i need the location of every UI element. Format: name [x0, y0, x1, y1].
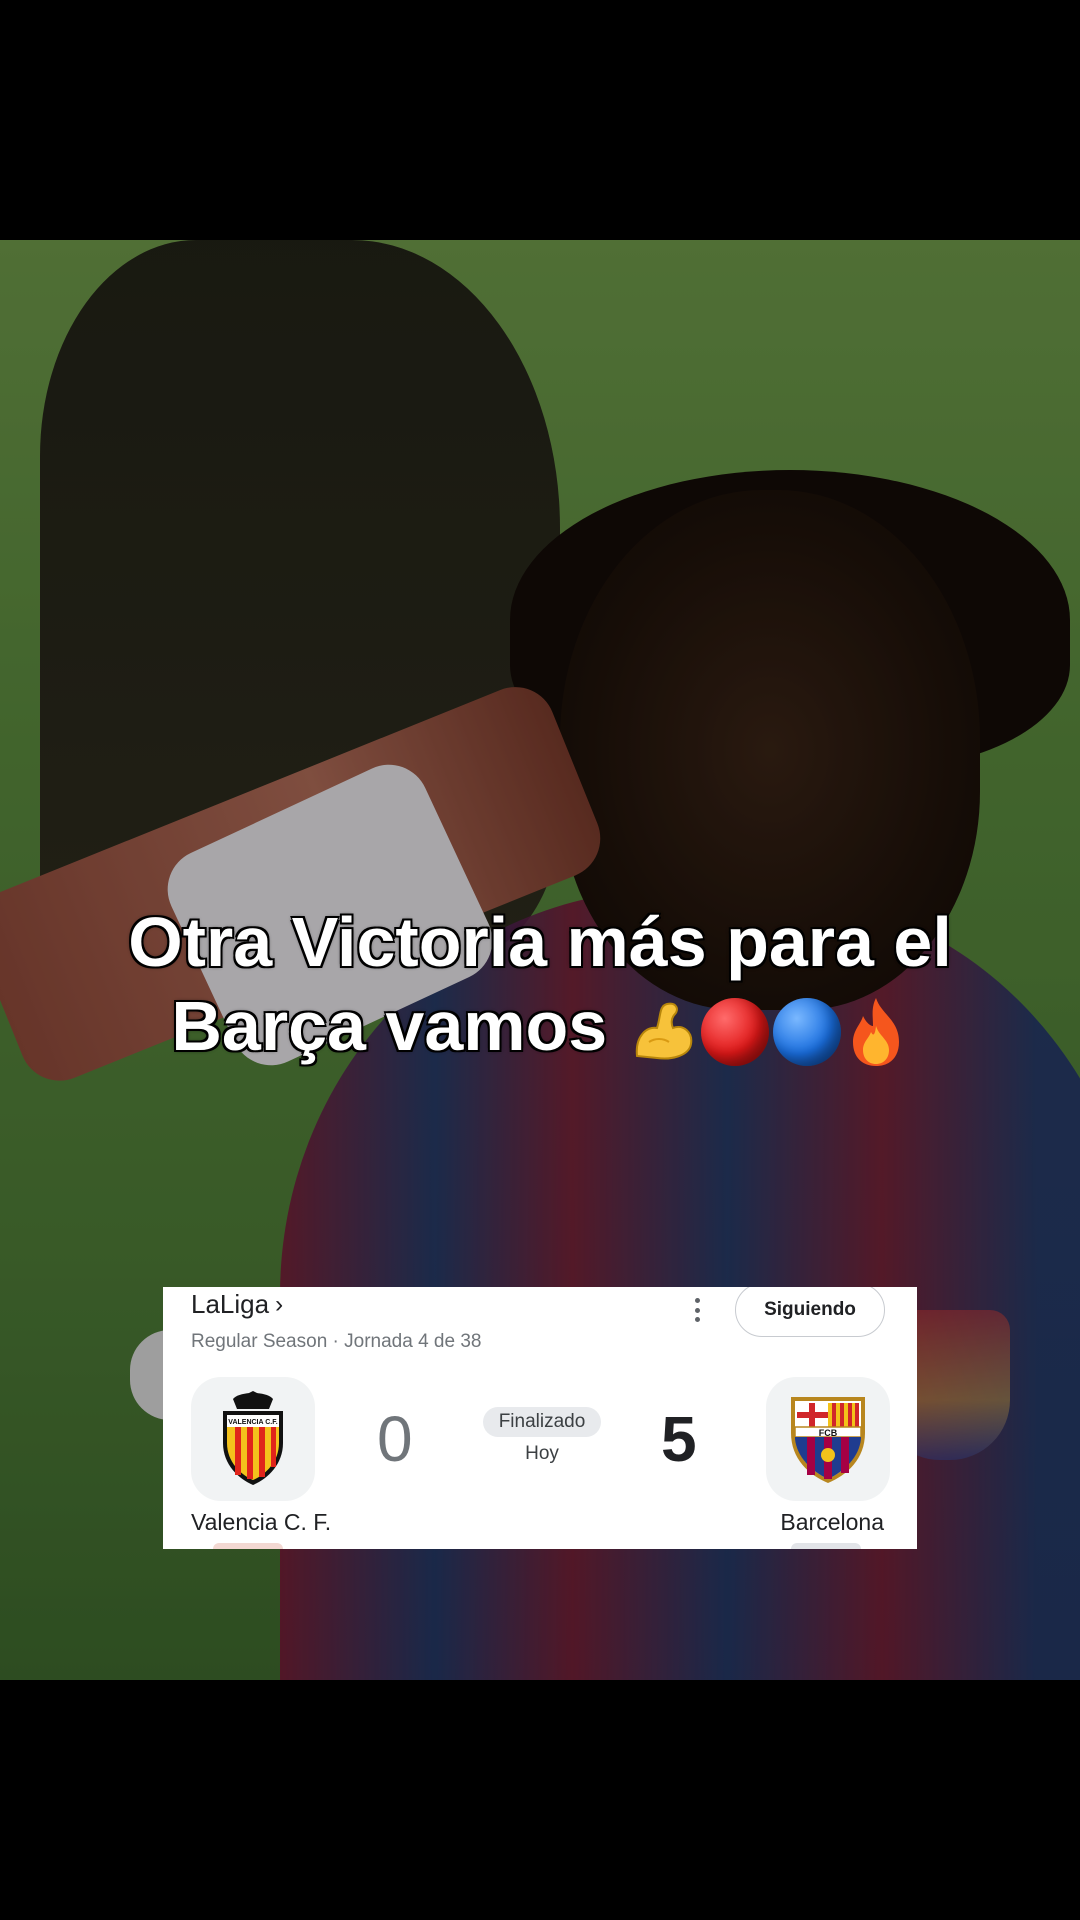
season-info: Regular Season · Jornada 4 de 38 — [191, 1331, 482, 1352]
video-caption: Otra Victoria más para el Barça vamos — [60, 900, 1020, 1068]
match-status-badge: Finalizado — [483, 1407, 601, 1437]
fcb-text: FCB — [819, 1428, 838, 1438]
following-button[interactable]: Siguiendo — [735, 1287, 885, 1337]
bottom-letterbox — [0, 1680, 1080, 1920]
caption-line-1: Otra Victoria más para el — [128, 903, 952, 981]
away-team-name[interactable]: Barcelona — [780, 1509, 884, 1536]
match-date: Hoy — [525, 1443, 559, 1464]
league-name: LaLiga — [191, 1289, 270, 1319]
video-frame: Otra Victoria más para el Barça vamos La… — [0, 0, 1080, 1920]
valencia-crest-icon: VALENCIA C.F. — [223, 1391, 283, 1485]
fire-icon — [852, 997, 899, 1066]
match-score-card[interactable]: LaLiga › Siguiendo Regular Season · Jorn… — [163, 1287, 917, 1549]
caption-line-2: Barça vamos — [60, 984, 1020, 1068]
caption-line-2-text: Barça vamos — [171, 987, 608, 1065]
chevron-right-icon: › — [275, 1290, 284, 1318]
flexed-biceps-icon — [635, 1002, 692, 1059]
blue-circle-icon — [772, 997, 841, 1066]
away-team-score: 5 — [661, 1403, 697, 1475]
home-team-crest[interactable]: VALENCIA C.F. — [191, 1377, 315, 1501]
barcelona-crest-icon: FCB — [791, 1397, 865, 1483]
home-tab-edge — [213, 1543, 283, 1549]
svg-text:VALENCIA C.F.: VALENCIA C.F. — [228, 1419, 277, 1426]
red-circle-icon — [700, 997, 769, 1066]
away-team-crest[interactable]: FCB — [766, 1377, 890, 1501]
away-tab-edge — [791, 1543, 861, 1549]
home-team-name[interactable]: Valencia C. F. — [191, 1509, 331, 1536]
home-team-score: 0 — [377, 1403, 413, 1475]
more-options-icon[interactable] — [687, 1295, 707, 1325]
league-link[interactable]: LaLiga › — [191, 1289, 283, 1320]
